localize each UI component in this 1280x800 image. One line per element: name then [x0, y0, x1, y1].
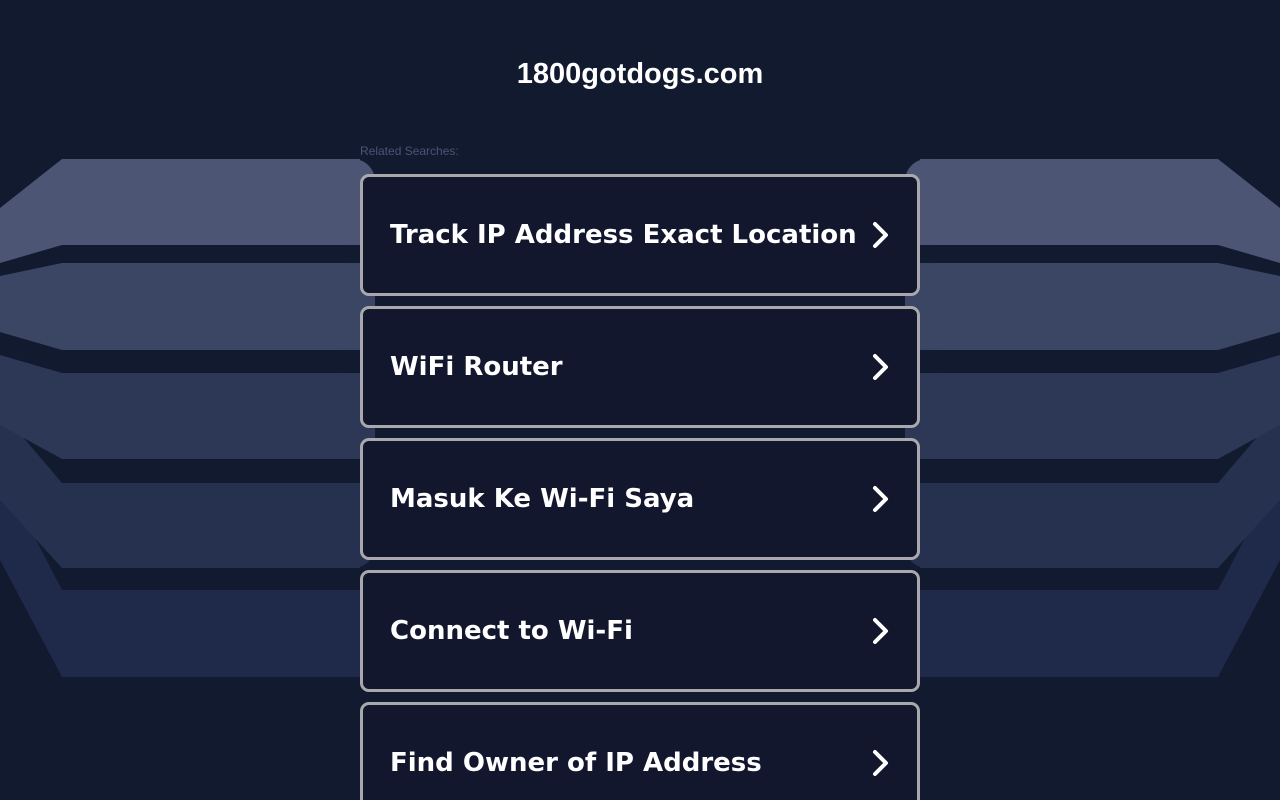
chevron-right-icon	[873, 750, 888, 776]
search-link-label: Masuk Ke Wi-Fi Saya	[390, 484, 695, 514]
related-searches-label: Related Searches:	[360, 144, 459, 158]
search-link-label: WiFi Router	[390, 352, 563, 382]
search-link-find-owner-ip[interactable]: Find Owner of IP Address	[360, 702, 920, 800]
search-link-wifi-router[interactable]: WiFi Router	[360, 306, 920, 428]
page: 1800gotdogs.com Related Searches: Track …	[0, 0, 1280, 800]
search-link-track-ip[interactable]: Track IP Address Exact Location	[360, 174, 920, 296]
bg-band	[920, 355, 1280, 459]
bg-band	[0, 159, 360, 263]
search-link-masuk-wifi[interactable]: Masuk Ke Wi-Fi Saya	[360, 438, 920, 560]
search-link-connect-wifi[interactable]: Connect to Wi-Fi	[360, 570, 920, 692]
bg-band	[920, 159, 1280, 263]
site-title: 1800gotdogs.com	[516, 58, 764, 90]
related-search-list: Track IP Address Exact Location WiFi Rou…	[360, 174, 920, 800]
bg-band	[0, 355, 360, 459]
chevron-right-icon	[873, 354, 888, 380]
chevron-right-icon	[873, 618, 888, 644]
search-link-label: Track IP Address Exact Location	[390, 220, 857, 250]
search-link-label: Find Owner of IP Address	[390, 748, 762, 778]
bg-band	[920, 263, 1280, 350]
search-link-label: Connect to Wi-Fi	[390, 616, 633, 646]
chevron-right-icon	[873, 486, 888, 512]
chevron-right-icon	[873, 222, 888, 248]
bg-band	[0, 263, 360, 350]
